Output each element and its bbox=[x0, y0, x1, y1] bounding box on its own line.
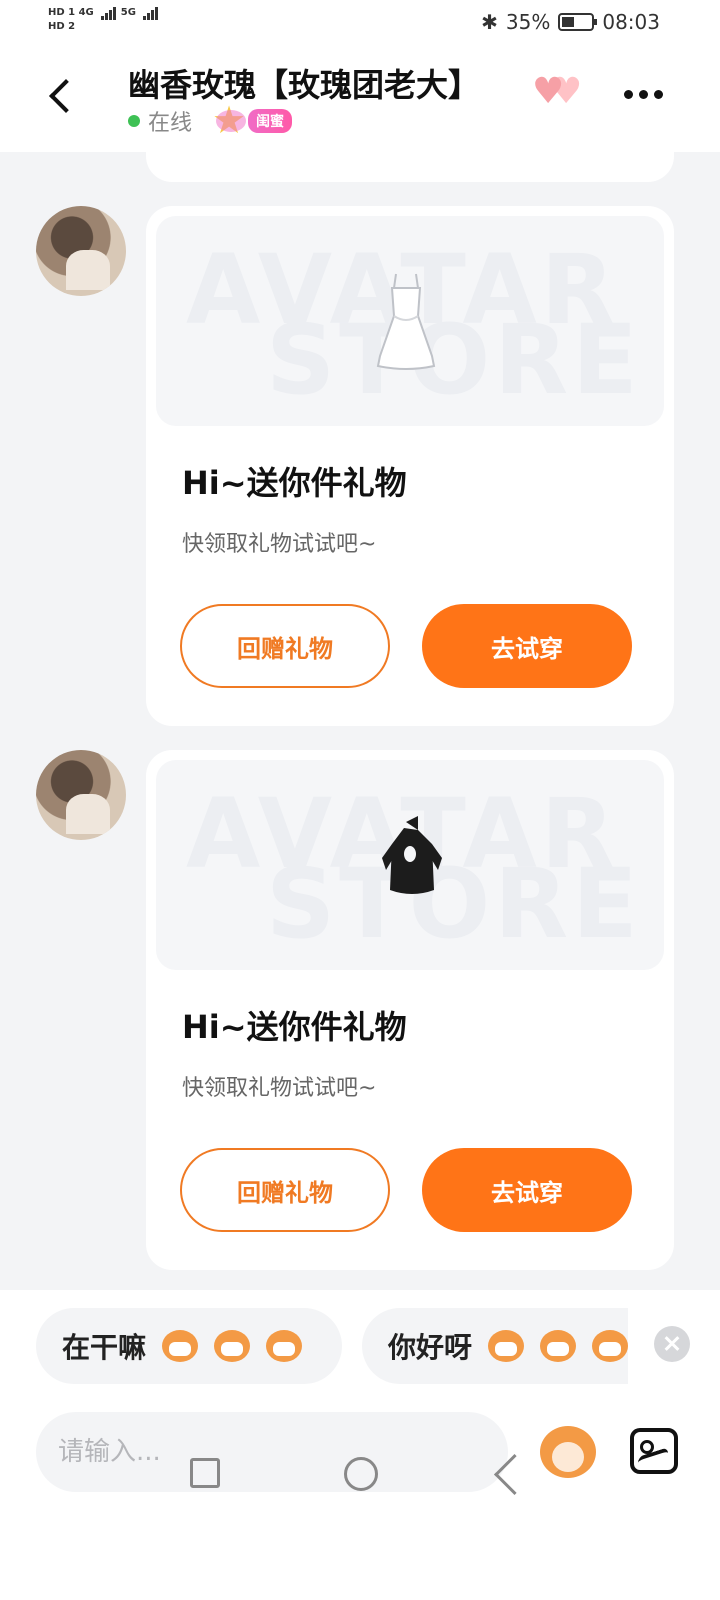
more-options-icon[interactable] bbox=[624, 82, 668, 106]
gift-preview[interactable]: AVATAR STORE bbox=[156, 216, 664, 426]
battery-percent: 35% bbox=[505, 10, 551, 34]
try-on-button[interactable]: 去试穿 bbox=[422, 604, 632, 688]
status-bar: HD 1 4G 5G HD 2 ✱ 35% 08:03 bbox=[0, 0, 720, 46]
white-dress-icon bbox=[376, 273, 436, 370]
grin-emoji-icon bbox=[158, 1328, 202, 1364]
signal-icon bbox=[101, 6, 117, 20]
black-halter-top-icon bbox=[382, 816, 442, 894]
net2-label: 5G bbox=[120, 7, 136, 18]
chat-title: 幽香玫瑰【玫瑰团老大】 bbox=[128, 66, 481, 104]
message-input-wrapper[interactable] bbox=[36, 1412, 508, 1492]
return-gift-button[interactable]: 回赠礼物 bbox=[180, 604, 390, 688]
gift-subtitle: 快领取礼物试试吧~ bbox=[182, 532, 377, 557]
smile-emoji-icon bbox=[484, 1328, 528, 1364]
gift-card[interactable]: AVATAR STORE Hi~送你件礼物 快领取礼物试试吧~ 回赠礼物 去试穿 bbox=[146, 206, 674, 726]
recent-apps-icon[interactable] bbox=[190, 1458, 220, 1488]
grin-emoji-icon bbox=[210, 1328, 254, 1364]
back-icon[interactable] bbox=[44, 72, 80, 120]
chat-header: 幽香玫瑰【玫瑰团老大】 在线 闺蜜 ♥♥ bbox=[0, 46, 720, 152]
previous-message-card bbox=[146, 152, 674, 182]
gift-subtitle: 快领取礼物试试吧~ bbox=[182, 1076, 377, 1101]
star-icon bbox=[212, 98, 252, 142]
return-gift-button[interactable]: 回赠礼物 bbox=[180, 1148, 390, 1232]
smile-emoji-icon bbox=[588, 1328, 628, 1364]
relation-badge-label: 闺蜜 bbox=[248, 109, 293, 133]
net1-label: 4G bbox=[78, 7, 94, 18]
quick-reply-chip[interactable]: 你好呀 bbox=[362, 1308, 628, 1384]
nav-back-icon[interactable] bbox=[496, 1456, 526, 1492]
network-indicators: HD 1 4G 5G HD 2 bbox=[48, 6, 159, 34]
close-quick-replies-icon[interactable] bbox=[654, 1326, 690, 1362]
gift-title: Hi~送你件礼物 bbox=[182, 464, 407, 502]
composer-panel: 在干嘛 你好呀 bbox=[0, 1290, 720, 1600]
bluetooth-icon: ✱ bbox=[481, 10, 498, 34]
avatar[interactable] bbox=[36, 750, 126, 840]
battery-icon bbox=[558, 13, 598, 31]
hearts-icon[interactable]: ♥ ♥ bbox=[532, 74, 588, 114]
online-status: 在线 bbox=[148, 111, 193, 136]
quick-reply-text: 你好呀 bbox=[388, 1331, 473, 1364]
presence-row: 在线 闺蜜 bbox=[128, 98, 293, 142]
avatar[interactable] bbox=[36, 206, 126, 296]
system-status: ✱ 35% 08:03 bbox=[481, 10, 660, 34]
relation-badge[interactable]: 闺蜜 bbox=[212, 98, 293, 142]
online-dot-icon bbox=[128, 115, 140, 127]
gift-card[interactable]: AVATAR STORE Hi~送你件礼物 快领取礼物试试吧~ 回赠礼物 去试穿 bbox=[146, 750, 674, 1270]
quick-reply-text: 在干嘛 bbox=[62, 1331, 147, 1364]
quick-reply-chip[interactable]: 在干嘛 bbox=[36, 1308, 342, 1384]
hd1-label: HD 1 bbox=[48, 7, 76, 18]
hd2-label: HD 2 bbox=[48, 21, 76, 32]
gift-preview[interactable]: AVATAR STORE bbox=[156, 760, 664, 970]
message-input[interactable] bbox=[58, 1437, 458, 1467]
mascot-emoji-icon[interactable] bbox=[536, 1420, 600, 1484]
signal-icon bbox=[143, 6, 159, 20]
image-icon[interactable] bbox=[630, 1428, 678, 1474]
try-on-button[interactable]: 去试穿 bbox=[422, 1148, 632, 1232]
home-icon[interactable] bbox=[344, 1457, 378, 1491]
smile-emoji-icon bbox=[536, 1328, 580, 1364]
clock: 08:03 bbox=[602, 10, 660, 34]
grin-emoji-icon bbox=[262, 1328, 306, 1364]
gift-title: Hi~送你件礼物 bbox=[182, 1008, 407, 1046]
chat-messages[interactable]: AVATAR STORE Hi~送你件礼物 快领取礼物试试吧~ 回赠礼物 去试穿… bbox=[0, 152, 720, 1290]
